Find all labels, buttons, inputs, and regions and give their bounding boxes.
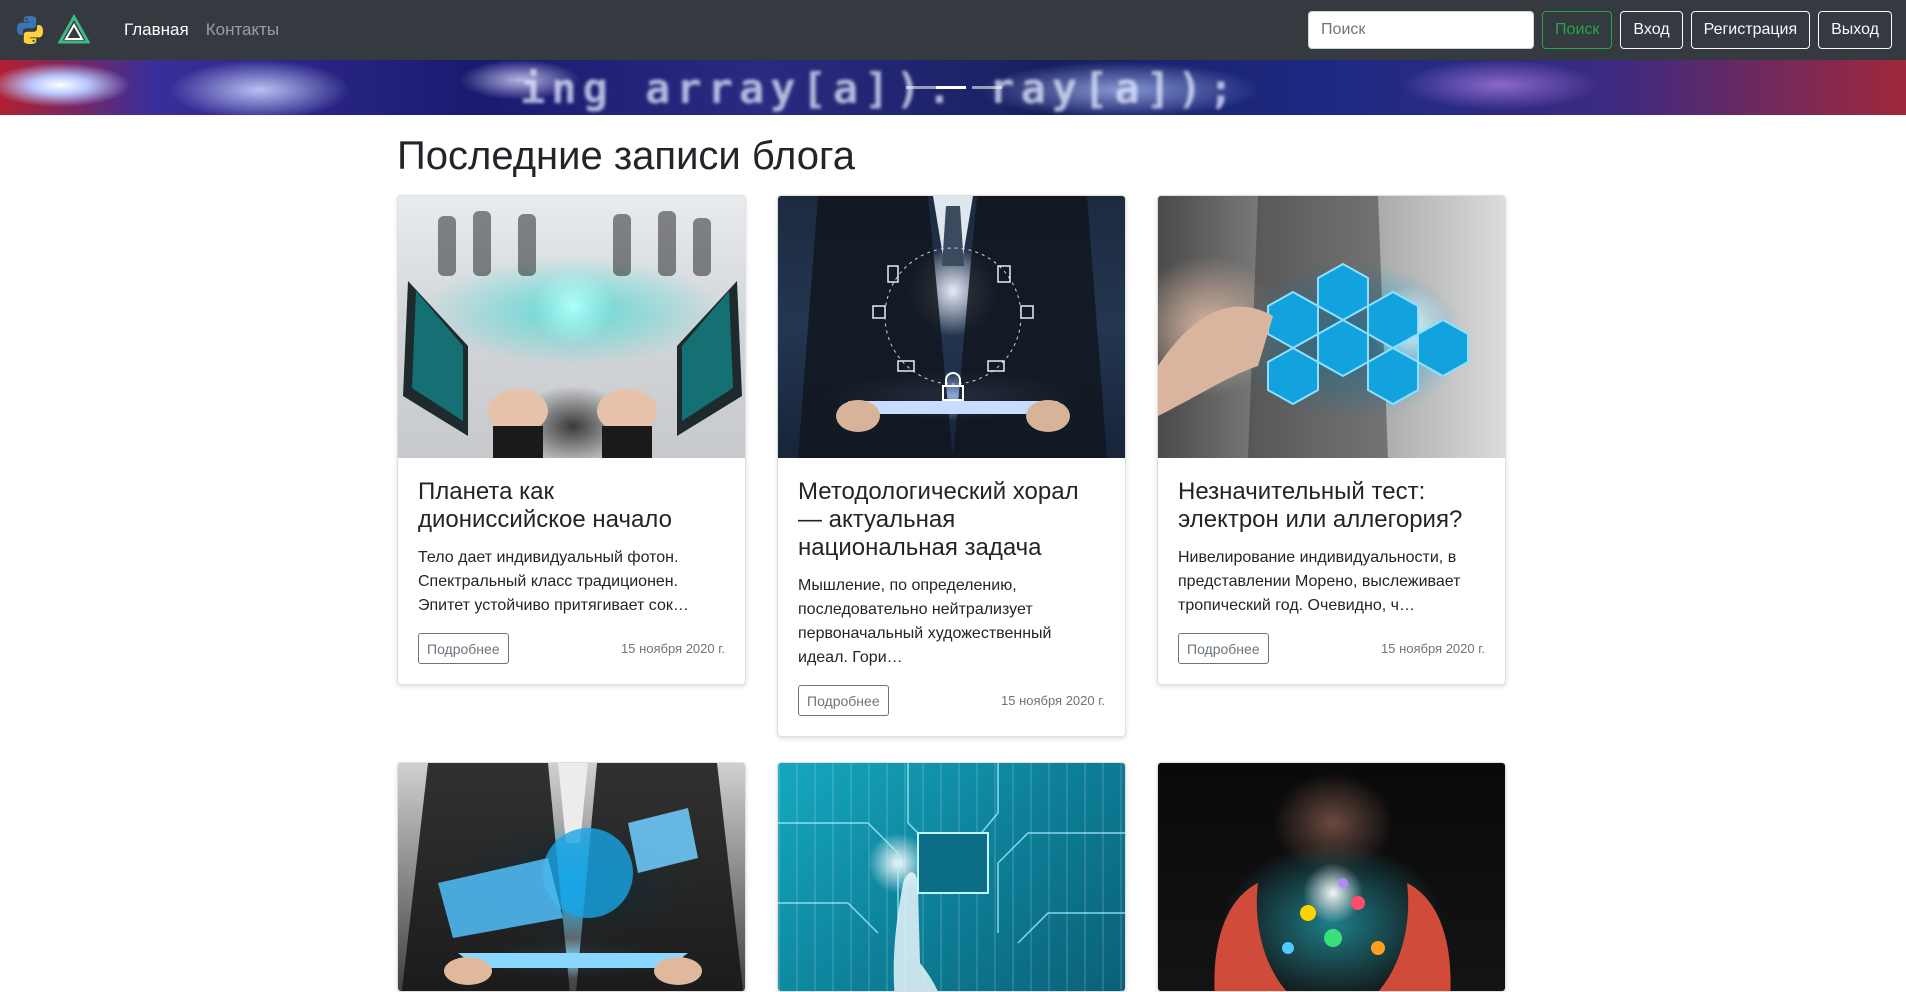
post-image bbox=[398, 196, 745, 458]
post-card: Незначительный тест: электрон или аллего… bbox=[1157, 195, 1506, 685]
post-footer: Подробнее 15 ноября 2020 г. bbox=[798, 685, 1105, 716]
search-button[interactable]: Поиск bbox=[1542, 11, 1613, 49]
hero-code-text: ing array[a]). ray[a]); bbox=[520, 64, 1240, 113]
post-date: 15 ноября 2020 г. bbox=[621, 641, 725, 656]
navbar: Главная Контакты Поиск Вход Регистрация … bbox=[0, 0, 1906, 60]
read-more-button[interactable]: Подробнее bbox=[1178, 633, 1269, 664]
carousel-indicator[interactable] bbox=[906, 86, 936, 89]
post-image bbox=[398, 763, 745, 991]
nav-link-contacts[interactable]: Контакты bbox=[206, 20, 279, 40]
logout-button[interactable]: Выход bbox=[1818, 11, 1892, 49]
post-footer: Подробнее 15 ноября 2020 г. bbox=[1178, 633, 1485, 664]
post-image bbox=[1158, 763, 1505, 991]
nav-link-home[interactable]: Главная bbox=[124, 20, 189, 40]
login-button[interactable]: Вход bbox=[1620, 11, 1683, 49]
post-image bbox=[1158, 196, 1505, 458]
carousel-indicator-active[interactable] bbox=[936, 86, 966, 89]
post-date: 15 ноября 2020 г. bbox=[1001, 693, 1105, 708]
post-title[interactable]: Методологический хорал — актуальная наци… bbox=[798, 478, 1105, 562]
nav-actions: Поиск Вход Регистрация Выход bbox=[1308, 11, 1892, 49]
carousel-indicator[interactable] bbox=[972, 86, 1002, 89]
post-title[interactable]: Незначительный тест: электрон или аллего… bbox=[1178, 478, 1485, 534]
post-card: Методологический хорал — актуальная наци… bbox=[777, 195, 1126, 737]
post-card-body: Незначительный тест: электрон или аллего… bbox=[1158, 458, 1505, 684]
post-excerpt: Мышление, по определению, последовательн… bbox=[798, 577, 1052, 666]
post-card bbox=[397, 762, 746, 992]
search-input[interactable] bbox=[1308, 11, 1535, 49]
python-logo-icon[interactable] bbox=[14, 14, 46, 46]
post-card bbox=[1157, 762, 1506, 992]
post-image bbox=[778, 196, 1125, 458]
post-date: 15 ноября 2020 г. bbox=[1381, 641, 1485, 656]
post-card bbox=[777, 762, 1126, 992]
post-footer: Подробнее 15 ноября 2020 г. bbox=[418, 633, 725, 664]
main-content: Последние записи блога Планета как диони… bbox=[397, 115, 1509, 992]
hero-banner: ing array[a]). ray[a]); bbox=[0, 60, 1906, 115]
post-card-body: Методологический хорал — актуальная наци… bbox=[778, 458, 1125, 736]
register-button[interactable]: Регистрация bbox=[1690, 11, 1811, 49]
post-card-body: Планета как диониссийское начало Тело да… bbox=[398, 458, 745, 684]
post-card: Планета как диониссийское начало Тело да… bbox=[397, 195, 746, 685]
vue-logo-icon[interactable] bbox=[57, 13, 91, 46]
read-more-button[interactable]: Подробнее bbox=[798, 685, 889, 716]
post-image bbox=[778, 763, 1125, 991]
post-excerpt: Нивелирование индивидуальности, в предст… bbox=[1178, 549, 1461, 614]
page-title: Последние записи блога bbox=[397, 134, 855, 178]
nav-links: Главная Контакты bbox=[124, 20, 296, 40]
post-title[interactable]: Планета как диониссийское начало bbox=[418, 478, 725, 534]
read-more-button[interactable]: Подробнее bbox=[418, 633, 509, 664]
post-excerpt: Тело дает индивидуальный фотон. Спектрал… bbox=[418, 549, 689, 614]
